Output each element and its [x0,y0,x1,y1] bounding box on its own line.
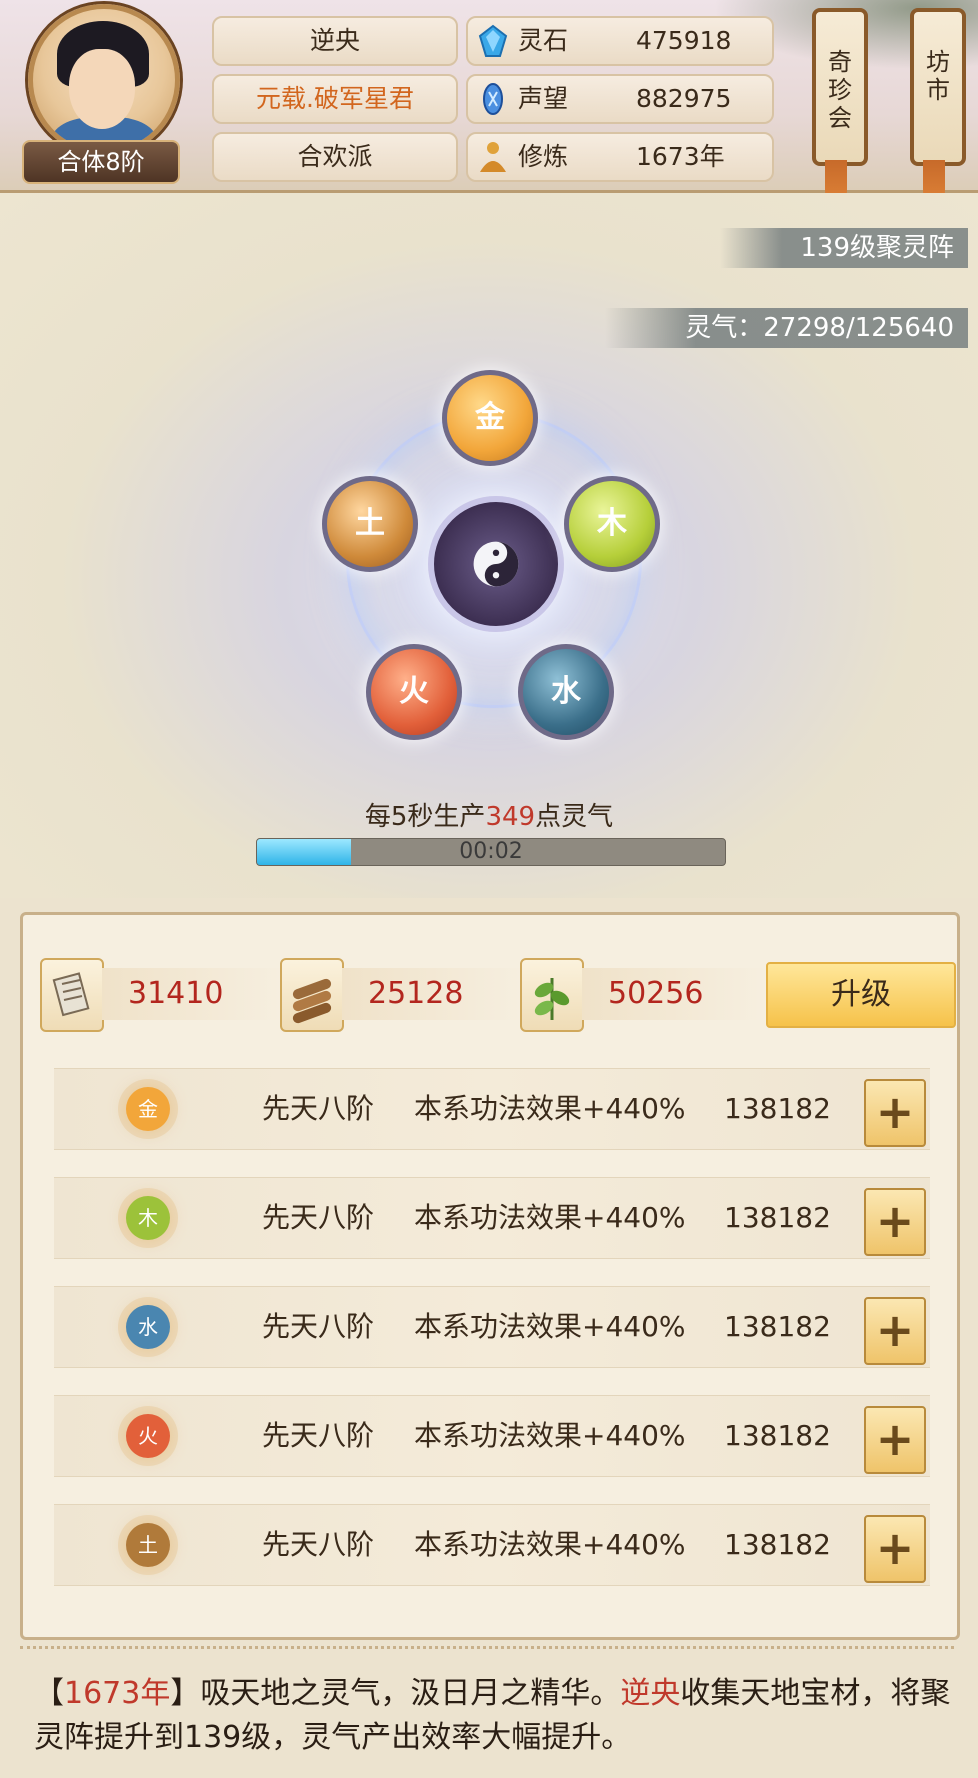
stat-label: 灵石 [518,26,569,55]
element-row-wood: 木 先天八阶 本系功法效果+440% 138182 + [54,1177,930,1259]
rate-prefix: 每5秒生产 [364,802,486,832]
production-progress-bar: 00:02 [256,838,726,866]
progress-timer: 00:02 [459,839,523,864]
shortcut-char: 奇 [828,48,852,76]
log-divider [20,1646,954,1659]
log-text: 吸天地之灵气，汲日月之精华。 [200,1676,621,1711]
element-row-earth: 土 先天八阶 本系功法效果+440% 138182 + [54,1504,930,1586]
player-sect[interactable]: 合欢派 [212,132,458,182]
wood-element-orb[interactable]: 木 [564,476,660,572]
fire-element-orb[interactable]: 火 [366,644,462,740]
element-row-water: 水 先天八阶 本系功法效果+440% 138182 + [54,1286,930,1368]
player-title[interactable]: 元载.破军星君 [212,74,458,124]
add-fire-button[interactable]: + [864,1406,926,1474]
stat-label: 修炼 [518,142,569,171]
stat-value: 475918 [636,26,732,55]
rate-suffix: 点灵气 [535,802,614,832]
element-row-gold: 金 先天八阶 本系功法效果+440% 138182 + [54,1068,930,1150]
herb-icon [534,978,570,1020]
element-effect: 本系功法效果+440% [414,1528,686,1561]
element-icon-gold: 金 [126,1087,170,1131]
resource-value: 50256 [608,976,704,1011]
resource-value: 25128 [368,976,464,1011]
shortcut-char: 坊 [926,48,950,76]
add-wood-button[interactable]: + [864,1188,926,1256]
stat-value: 882975 [636,84,732,113]
realm-badge: 合体8阶 [22,140,180,184]
log-bracket: 】 [170,1676,201,1711]
stat-spirit-stone: 灵石 475918 [466,16,774,66]
shortcut-market[interactable]: 坊 市 [910,8,966,166]
resource-icon-box [280,958,344,1032]
element-row-fire: 火 先天八阶 本系功法效果+440% 138182 + [54,1395,930,1477]
player-name: 逆央 [212,16,458,66]
stat-prestige: 声望 882975 [466,74,774,124]
top-status-bar: 合体8阶 逆央 元载.破军星君 合欢派 灵石 475918 声望 882975 … [0,0,978,218]
element-cost: 138182 [724,1201,831,1234]
element-level: 先天八阶 [262,1310,375,1343]
scroll-icon [52,972,90,1017]
shortcut-char: 会 [828,104,852,132]
player-avatar[interactable] [28,4,180,156]
spirit-stone-icon [478,24,508,57]
shortcut-char: 珍 [828,76,852,104]
shortcut-label: 奇 珍 会 [816,48,864,132]
element-icon-earth: 土 [126,1523,170,1567]
resource-value: 31410 [128,976,224,1011]
element-icon-wood: 木 [126,1196,170,1240]
element-level: 先天八阶 [262,1092,375,1125]
resource-icon-box [520,958,584,1032]
element-level: 先天八阶 [262,1528,375,1561]
yin-yang-core[interactable] [428,496,564,632]
resource-icon-box [40,958,104,1032]
add-gold-button[interactable]: + [864,1079,926,1147]
event-log: 【1673年】吸天地之灵气，汲日月之精华。逆央收集天地宝材，将聚灵阵提升到139… [34,1672,954,1760]
add-earth-button[interactable]: + [864,1515,926,1583]
prestige-icon [483,83,503,115]
shortcut-treasure-auction[interactable]: 奇 珍 会 [812,8,868,166]
earth-element-orb[interactable]: 土 [322,476,418,572]
shortcut-char: 市 [926,76,950,104]
log-bracket: 【 [34,1676,64,1711]
element-icon-fire: 火 [126,1414,170,1458]
rate-value: 349 [485,802,536,832]
element-level: 先天八阶 [262,1419,375,1452]
stat-value: 1673年 [636,142,725,171]
element-effect: 本系功法效果+440% [414,1419,686,1452]
qi-production-rate: 每5秒生产349点灵气 [0,796,978,833]
upgrade-button[interactable]: 升级 [766,962,956,1028]
element-icon-water: 水 [126,1305,170,1349]
meditation-icon [480,142,506,172]
qi-amount-banner: 灵气：27298/125640 [605,308,968,348]
shortcut-label: 坊 市 [914,48,962,104]
log-player-name: 逆央 [620,1676,681,1711]
element-cost: 138182 [724,1310,831,1343]
yin-yang-icon [473,541,519,587]
element-cost: 138182 [724,1419,831,1452]
element-cost: 138182 [724,1528,831,1561]
element-effect: 本系功法效果+440% [414,1310,686,1343]
stat-cultivation: 修炼 1673年 [466,132,774,182]
wood-icon [292,978,332,1024]
element-level: 先天八阶 [262,1201,375,1234]
avatar-face [69,49,135,129]
log-year: 1673年 [64,1676,171,1711]
element-effect: 本系功法效果+440% [414,1201,686,1234]
stat-label: 声望 [518,84,569,113]
element-cost: 138182 [724,1092,831,1125]
water-element-orb[interactable]: 水 [518,644,614,740]
array-level-banner: 139级聚灵阵 [720,228,968,268]
gold-element-orb[interactable]: 金 [442,370,538,466]
element-effect: 本系功法效果+440% [414,1092,686,1125]
add-water-button[interactable]: + [864,1297,926,1365]
